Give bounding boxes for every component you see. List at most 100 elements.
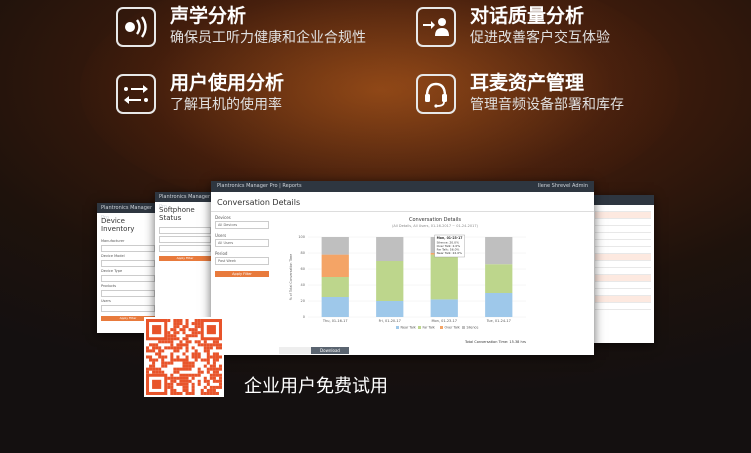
filter-select[interactable] <box>101 305 155 312</box>
qr-module <box>212 355 216 359</box>
qr-module <box>170 343 174 347</box>
qr-module <box>203 376 207 380</box>
qr-module <box>161 361 165 365</box>
qr-module <box>194 322 198 326</box>
qr-module <box>170 382 174 386</box>
list-item[interactable] <box>595 303 651 310</box>
qr-module <box>173 379 177 383</box>
bar-segment <box>485 293 513 317</box>
apply-filter-button[interactable]: Apply Filter <box>159 256 211 261</box>
bar-segment <box>430 299 458 317</box>
list-item[interactable] <box>595 261 651 268</box>
qr-module <box>206 382 210 386</box>
filter-label: Users <box>215 233 227 238</box>
bar-segment <box>376 301 404 317</box>
period-select[interactable]: Past Week <box>215 257 269 265</box>
y-tick-label: 60 <box>301 267 305 271</box>
apply-filter-button[interactable]: Apply Filter <box>215 271 269 277</box>
filter-select[interactable] <box>101 275 155 282</box>
qr-module <box>173 370 177 374</box>
qr-module <box>188 367 192 371</box>
filter-select[interactable] <box>159 245 211 252</box>
qr-module <box>188 361 192 365</box>
qr-module <box>164 364 168 368</box>
list-item[interactable] <box>595 219 651 226</box>
qr-module <box>215 373 219 377</box>
list-item[interactable] <box>595 247 651 254</box>
filter-select[interactable] <box>101 290 155 297</box>
breadcrumb[interactable]: Reports <box>282 183 301 189</box>
qr-module <box>206 367 210 371</box>
list-item[interactable] <box>595 254 651 261</box>
qr-module <box>158 367 162 371</box>
list-item[interactable] <box>595 268 651 275</box>
qr-module <box>212 385 216 389</box>
qr-module <box>152 370 156 374</box>
qr-module <box>215 352 219 356</box>
bar-segment <box>321 254 349 277</box>
qr-module <box>206 355 210 359</box>
qr-module <box>185 358 189 362</box>
list-item[interactable] <box>595 233 651 240</box>
qr-module <box>185 319 189 323</box>
qr-module <box>212 373 216 377</box>
qr-module <box>215 370 219 374</box>
user-menu[interactable]: Ilene Shrevel Admin <box>538 181 588 192</box>
feature-subtitle: 管理音频设备部署和库存 <box>470 97 624 113</box>
filter-select[interactable] <box>159 227 211 234</box>
users-select[interactable]: All Users <box>215 239 269 247</box>
filter-select[interactable] <box>159 236 211 243</box>
devices-select[interactable]: All Devices <box>215 221 269 229</box>
qr-module <box>167 340 171 344</box>
feature-subtitle: 确保员工听力健康和企业合规性 <box>170 30 366 46</box>
list-item[interactable] <box>595 289 651 296</box>
qr-module <box>215 358 219 362</box>
list-item[interactable] <box>595 205 651 212</box>
qr-module <box>212 376 216 380</box>
qr-module <box>170 376 174 380</box>
list-item[interactable] <box>595 212 651 219</box>
list-item[interactable] <box>595 240 651 247</box>
qr-module <box>209 343 213 347</box>
qr-module <box>167 331 171 335</box>
filter-select[interactable] <box>101 260 155 267</box>
list-item[interactable] <box>595 296 651 303</box>
qr-module <box>179 376 183 380</box>
app-bar <box>592 195 654 205</box>
qr-module <box>197 322 201 326</box>
filter-select[interactable] <box>101 245 155 252</box>
qr-module <box>197 367 201 371</box>
qr-module <box>185 322 189 326</box>
qr-module <box>206 379 210 383</box>
download-button[interactable]: Download <box>311 347 349 354</box>
qr-module <box>197 379 201 383</box>
qr-module <box>191 361 195 365</box>
list-item[interactable] <box>595 226 651 233</box>
qr-module <box>197 325 201 329</box>
y-tick-label: 20 <box>301 299 305 303</box>
qr-module <box>212 352 216 356</box>
qr-module <box>191 346 195 350</box>
qr-module <box>161 340 165 344</box>
qr-finder <box>152 379 162 389</box>
feature-title: 耳麦资产管理 <box>470 72 585 94</box>
list-item[interactable] <box>595 282 651 289</box>
qr-module <box>194 352 198 356</box>
qr-module <box>173 337 177 341</box>
qr-module <box>215 385 219 389</box>
bar-segment <box>321 277 349 297</box>
qr-module <box>176 367 180 371</box>
qr-module <box>185 391 189 395</box>
qr-module <box>170 334 174 338</box>
qr-module <box>182 382 186 386</box>
list-item[interactable] <box>595 275 651 282</box>
qr-module <box>158 349 162 353</box>
field-label: Device Model <box>101 254 125 258</box>
app-bar: Plantronics Manager Pro <box>155 192 215 210</box>
qr-module <box>194 340 198 344</box>
qr-module <box>173 367 177 371</box>
qr-module <box>182 361 186 365</box>
y-tick-label: 80 <box>301 251 305 255</box>
y-axis-label: % of Total Conversation Time <box>289 254 293 301</box>
qr-module <box>212 358 216 362</box>
